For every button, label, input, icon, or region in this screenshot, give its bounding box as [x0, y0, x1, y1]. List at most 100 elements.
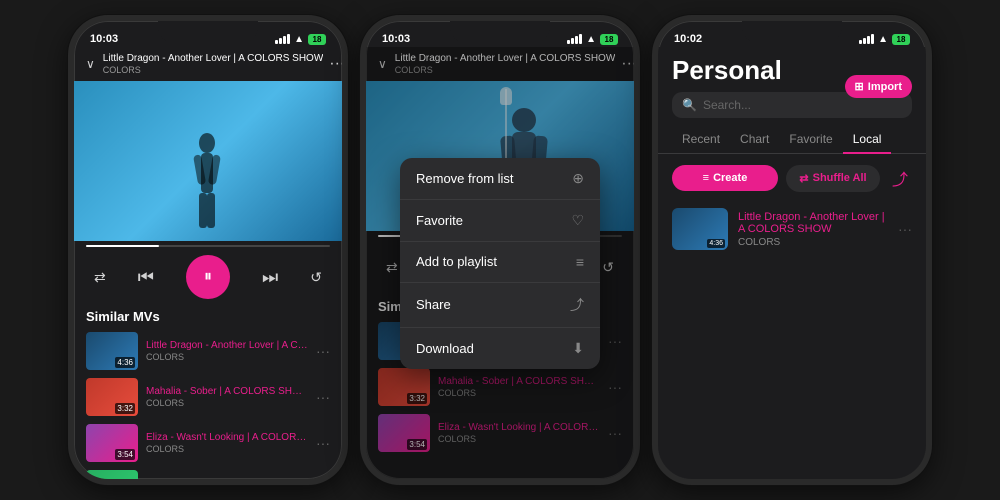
mv-item-1-1[interactable]: 4:36 Little Dragon - Another Lover | A C… — [74, 328, 342, 374]
phone-1: 10:03 ▲ 18 ∨ Little Dragon - Another Lov… — [68, 15, 348, 485]
context-menu-item-favorite[interactable]: Favorite ♡ — [400, 200, 600, 242]
controls-row-1: ⇄ ⏮ ⏸ ⏭ ↺ — [74, 251, 342, 303]
mv-thumb-1-1: 4:36 — [86, 332, 138, 370]
context-menu: Remove from list ⊕ Favorite ♡ Add to pla… — [400, 158, 600, 369]
time-2: 10:03 — [382, 33, 410, 45]
shuffle-button-1[interactable]: ⇄ — [94, 269, 106, 286]
create-button[interactable]: ≡ Create — [672, 165, 778, 191]
tab-favorite[interactable]: Favorite — [779, 126, 842, 154]
track-title-1: Little Dragon - Another Lover | A COLORS… — [103, 53, 323, 64]
context-menu-item-playlist[interactable]: Add to playlist ≡ — [400, 242, 600, 283]
tabs-row-3: Recent Chart Favorite Local — [658, 126, 926, 154]
wifi-icon-2: ▲ — [586, 34, 596, 45]
mv-info-1-3: Eliza - Wasn't Looking | A COLORS SHOW C… — [146, 432, 308, 454]
mv-artist-1-2: COLORS — [146, 398, 308, 408]
mv-more-1-2[interactable]: ··· — [316, 389, 330, 405]
lib-duration-1: 4:36 — [707, 239, 725, 248]
more-button-1[interactable]: ··· — [323, 53, 342, 75]
mv-duration-1-1: 4:36 — [115, 357, 135, 368]
repeat-button-1[interactable]: ↺ — [310, 269, 322, 286]
mv-item-1-2[interactable]: 3:32 Mahalia - Sober | A COLORS SHOW COL… — [74, 374, 342, 420]
search-icon-3: 🔍 — [682, 98, 697, 112]
import-button[interactable]: ⊞ Import — [845, 75, 912, 98]
mv-list-1: 4:36 Little Dragon - Another Lover | A C… — [74, 328, 342, 479]
phone-3: 10:02 ▲ 18 ⊞ Import Personal 🔍 — [652, 15, 932, 485]
create-icon: ≡ — [703, 172, 709, 184]
phone-2: 10:03 ▲ 18 ∨ Little Dragon - Another Lov… — [360, 15, 640, 485]
figure-silhouette-1 — [187, 131, 227, 231]
signal-icon-3 — [859, 34, 874, 44]
share-label: Share — [416, 297, 451, 312]
context-menu-overlay[interactable]: Remove from list ⊕ Favorite ♡ Add to pla… — [366, 47, 634, 479]
action-row-3: ≡ Create ⇄ Shuffle All ⤴ — [658, 162, 926, 194]
mv-thumb-1-3: 3:54 — [86, 424, 138, 462]
lib-thumb-1: 4:36 — [672, 208, 728, 250]
add-to-playlist-label: Add to playlist — [416, 254, 497, 269]
mv-title-1-2: Mahalia - Sober | A COLORS SHOW — [146, 386, 308, 397]
shuffle-all-button[interactable]: ⇄ Shuffle All — [786, 165, 880, 192]
battery-2: 18 — [600, 34, 618, 45]
shuffle-all-label: Shuffle All — [813, 172, 867, 184]
remove-icon: ⊕ — [572, 170, 584, 187]
mv-title-1-3: Eliza - Wasn't Looking | A COLORS SHOW — [146, 432, 308, 443]
lib-subtitle-1: COLORS — [738, 237, 888, 248]
mv-thumb-1-4 — [86, 470, 138, 479]
context-menu-item-download[interactable]: Download ⬇ — [400, 328, 600, 369]
time-1: 10:03 — [90, 33, 118, 45]
signal-icon-2 — [567, 34, 582, 44]
status-bar-2: 10:03 ▲ 18 — [366, 25, 634, 47]
video-area-1 — [74, 81, 342, 241]
track-subtitle-1: COLORS — [103, 65, 323, 75]
pause-button-1[interactable]: ⏸ — [186, 255, 230, 299]
add-to-playlist-icon: ≡ — [576, 254, 584, 270]
wifi-icon-3: ▲ — [878, 34, 888, 45]
phone3-content: ⊞ Import Personal 🔍 Search... Recent Cha… — [658, 47, 926, 479]
time-3: 10:02 — [674, 33, 702, 45]
next-button-1[interactable]: ⏭ — [262, 267, 278, 288]
lib-more-1[interactable]: ··· — [898, 221, 912, 237]
battery-3: 18 — [892, 34, 910, 45]
lib-info-1: Little Dragon - Another Lover | A COLORS… — [738, 211, 888, 248]
context-menu-item-remove[interactable]: Remove from list ⊕ — [400, 158, 600, 200]
shuffle-icon-3: ⇄ — [799, 172, 808, 185]
mv-item-1-4[interactable]: Little Dragon - Machine Dreams (Full Alb… — [74, 466, 342, 479]
similar-mvs-heading-1: Similar MVs — [74, 303, 342, 328]
favorite-icon: ♡ — [571, 212, 584, 229]
mv-duration-1-3: 3:54 — [115, 449, 135, 460]
mv-title-1-1: Little Dragon - Another Lover | A COLORS… — [146, 340, 308, 351]
now-playing-bar-1: ∨ Little Dragon - Another Lover | A COLO… — [74, 47, 342, 81]
progress-bar-1[interactable] — [74, 241, 342, 251]
battery-1: 18 — [308, 34, 326, 45]
mv-info-1-1: Little Dragon - Another Lover | A COLORS… — [146, 340, 308, 362]
import-plus-icon: ⊞ — [855, 80, 864, 93]
mv-info-1-2: Mahalia - Sober | A COLORS SHOW COLORS — [146, 386, 308, 408]
download-label: Download — [416, 341, 474, 356]
status-bar-3: 10:02 ▲ 18 — [658, 25, 926, 47]
phone2-content: ∨ Little Dragon - Another Lover | A COLO… — [366, 47, 634, 479]
mv-duration-1-2: 3:32 — [115, 403, 135, 414]
chevron-down-icon-1[interactable]: ∨ — [86, 57, 95, 71]
search-placeholder-3: Search... — [703, 98, 751, 112]
import-label: Import — [868, 81, 902, 93]
wifi-icon-1: ▲ — [294, 34, 304, 45]
tab-recent[interactable]: Recent — [672, 126, 730, 154]
phone1-content: ∨ Little Dragon - Another Lover | A COLO… — [74, 47, 342, 479]
now-playing-info-1: Little Dragon - Another Lover | A COLORS… — [103, 53, 323, 75]
prev-button-1[interactable]: ⏮ — [138, 267, 154, 288]
share-button-3[interactable]: ⤴ — [888, 162, 912, 194]
library-item-1[interactable]: 4:36 Little Dragon - Another Lover | A C… — [658, 202, 926, 256]
context-menu-item-share[interactable]: Share ⤴ — [400, 283, 600, 328]
mv-artist-1-1: COLORS — [146, 352, 308, 362]
tab-chart[interactable]: Chart — [730, 126, 779, 154]
mv-more-1-1[interactable]: ··· — [316, 343, 330, 359]
tab-local[interactable]: Local — [843, 126, 892, 154]
favorite-label: Favorite — [416, 213, 463, 228]
mv-thumb-1-2: 3:32 — [86, 378, 138, 416]
status-bar-1: 10:03 ▲ 18 — [74, 25, 342, 47]
signal-icon-1 — [275, 34, 290, 44]
mv-more-1-3[interactable]: ··· — [316, 435, 330, 451]
remove-from-list-label: Remove from list — [416, 171, 514, 186]
mv-item-1-3[interactable]: 3:54 Eliza - Wasn't Looking | A COLORS S… — [74, 420, 342, 466]
download-icon: ⬇ — [572, 340, 584, 357]
lib-title-1: Little Dragon - Another Lover | A COLORS… — [738, 211, 888, 235]
